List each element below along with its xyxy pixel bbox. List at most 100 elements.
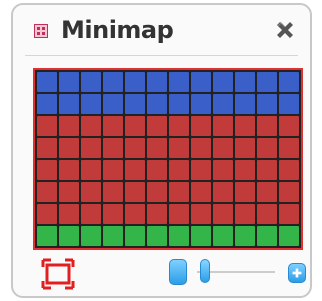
minimap-cell <box>257 182 277 202</box>
minimap-cell <box>125 116 145 136</box>
minimap-cell <box>235 138 255 158</box>
minimap-cell <box>279 138 299 158</box>
minimap-cell <box>103 226 123 246</box>
minimap-cell <box>81 94 101 114</box>
minimap-cell <box>213 116 233 136</box>
minimap-cell <box>257 204 277 224</box>
zoom-out-button[interactable] <box>169 259 187 285</box>
minimap-cell <box>191 160 211 180</box>
minimap-cell <box>213 138 233 158</box>
zoom-slider[interactable] <box>197 259 275 283</box>
minimap-cell <box>169 226 189 246</box>
minimap-cell <box>59 182 79 202</box>
minimap-cell <box>169 204 189 224</box>
minimap-grid <box>37 72 299 246</box>
minimap-cell <box>169 160 189 180</box>
minimap-cell <box>37 226 57 246</box>
minimap-cell <box>147 94 167 114</box>
minimap-cell <box>59 116 79 136</box>
minimap-cell <box>125 182 145 202</box>
minimap-cell <box>59 160 79 180</box>
minimap-cell <box>37 138 57 158</box>
minimap-cell <box>81 204 101 224</box>
title-separator <box>25 55 298 56</box>
minimap-cell <box>103 138 123 158</box>
minimap-cell <box>125 226 145 246</box>
minimap-cell <box>59 94 79 114</box>
map-icon <box>34 24 48 38</box>
minimap-cell <box>147 72 167 92</box>
minimap-cell <box>147 226 167 246</box>
minimap-cell <box>279 160 299 180</box>
minimap-cell <box>37 160 57 180</box>
minimap-cell <box>169 182 189 202</box>
minimap-cell <box>213 94 233 114</box>
minimap-cell <box>81 116 101 136</box>
minimap-cell <box>191 116 211 136</box>
minimap-cell <box>59 204 79 224</box>
minimap-panel: Minimap <box>11 3 312 298</box>
plus-icon <box>292 268 302 278</box>
minimap-cell <box>169 94 189 114</box>
minimap-cell <box>81 226 101 246</box>
panel-title: Minimap <box>61 16 174 44</box>
minimap-cell <box>125 138 145 158</box>
minimap-cell <box>103 160 123 180</box>
minimap-cell <box>235 94 255 114</box>
minimap-cell <box>169 72 189 92</box>
title-bar: Minimap <box>13 5 310 49</box>
minimap-cell <box>213 160 233 180</box>
minimap-cell <box>81 160 101 180</box>
minimap-cell <box>191 182 211 202</box>
minimap-cell <box>191 226 211 246</box>
minimap-cell <box>257 160 277 180</box>
zoom-in-button[interactable] <box>288 263 306 283</box>
minimap-cell <box>257 138 277 158</box>
minimap-cell <box>235 226 255 246</box>
minimap-cell <box>147 138 167 158</box>
minimap-cell <box>103 204 123 224</box>
minimap-cell <box>125 160 145 180</box>
minimap-cell <box>125 94 145 114</box>
zoom-slider-handle[interactable] <box>200 259 210 283</box>
minimap-cell <box>279 94 299 114</box>
minimap-cell <box>235 116 255 136</box>
minimap-view[interactable] <box>33 68 303 250</box>
minimap-cell <box>235 182 255 202</box>
minimap-cell <box>279 226 299 246</box>
minimap-cell <box>213 204 233 224</box>
minimap-cell <box>257 226 277 246</box>
minimap-cell <box>279 72 299 92</box>
minimap-cell <box>257 94 277 114</box>
minimap-cell <box>191 94 211 114</box>
close-icon[interactable] <box>273 18 297 42</box>
minimap-cell <box>125 204 145 224</box>
minimap-cell <box>147 182 167 202</box>
minimap-cell <box>257 72 277 92</box>
minimap-cell <box>213 226 233 246</box>
minimap-cell <box>59 72 79 92</box>
fit-to-view-icon[interactable] <box>41 258 75 290</box>
minimap-cell <box>191 72 211 92</box>
minimap-cell <box>235 72 255 92</box>
minimap-cell <box>191 138 211 158</box>
minimap-cell <box>147 116 167 136</box>
minimap-cell <box>279 182 299 202</box>
minimap-cell <box>279 116 299 136</box>
minimap-cell <box>103 182 123 202</box>
minimap-cell <box>37 116 57 136</box>
minimap-cell <box>169 116 189 136</box>
minimap-cell <box>169 138 189 158</box>
minimap-cell <box>125 72 145 92</box>
minimap-cell <box>81 182 101 202</box>
minimap-cell <box>37 72 57 92</box>
minimap-cell <box>279 204 299 224</box>
minimap-cell <box>37 94 57 114</box>
minimap-cell <box>103 94 123 114</box>
minimap-cell <box>147 204 167 224</box>
minimap-cell <box>235 204 255 224</box>
minimap-cell <box>37 182 57 202</box>
minimap-toolbar <box>13 253 310 295</box>
minimap-cell <box>235 160 255 180</box>
minimap-cell <box>213 72 233 92</box>
